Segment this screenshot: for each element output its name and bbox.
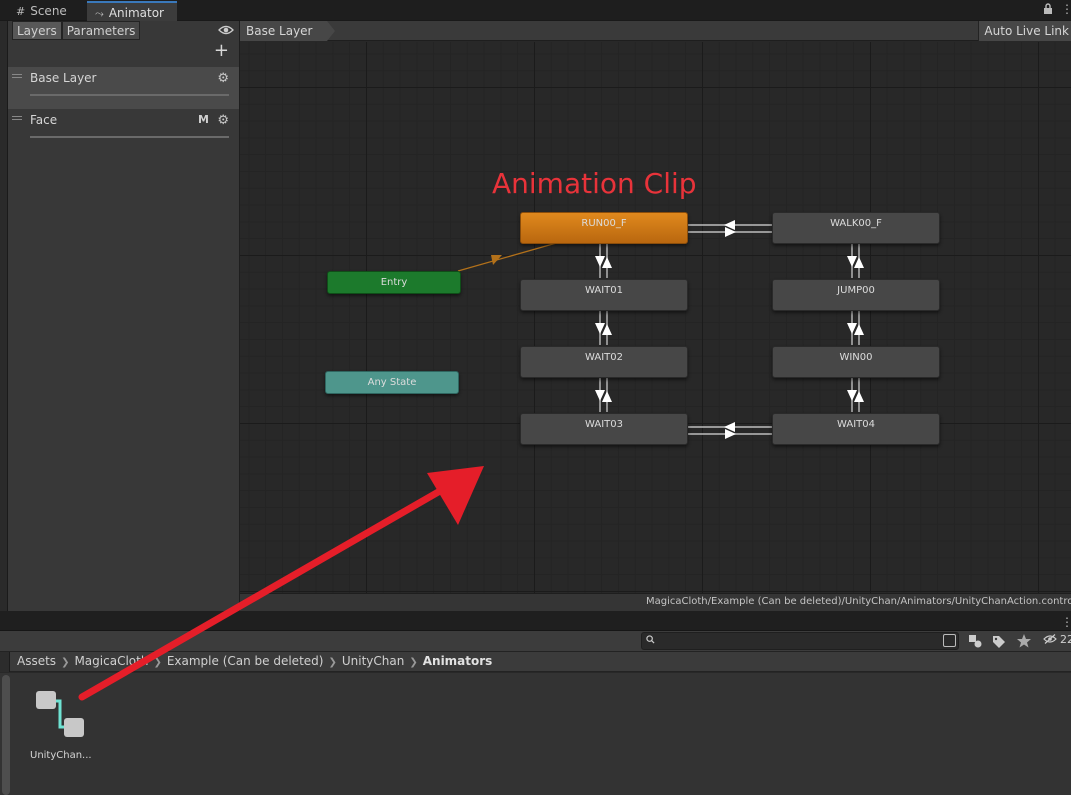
layer-name: Base Layer — [30, 71, 97, 85]
chevron-right-icon: ❯ — [409, 657, 418, 668]
gear-icon[interactable]: ⚙ — [217, 71, 229, 86]
favorite-star-icon[interactable] — [1013, 632, 1035, 650]
drag-handle-icon[interactable] — [12, 116, 22, 120]
layer-item-face[interactable]: Face M ⚙ — [8, 109, 239, 151]
layer-name: Face — [30, 113, 58, 127]
project-toolbar: 22 — [0, 631, 1071, 652]
breadcrumb-base-layer[interactable]: Base Layer — [240, 21, 334, 41]
grid-icon: # — [16, 5, 26, 18]
tab-scene[interactable]: # Scene — [8, 1, 77, 21]
breadcrumb-animators[interactable]: Animators — [423, 654, 493, 668]
search-input[interactable] — [658, 633, 938, 649]
state-machine-graph[interactable]: Animation Clip Entry Any State RUN00_F W… — [240, 42, 1071, 593]
auto-live-link-toggle[interactable]: Auto Live Link — [978, 21, 1071, 41]
tab-layers[interactable]: Layers — [12, 21, 62, 40]
search-icon — [646, 635, 655, 644]
layer-mask-flag: M — [198, 113, 209, 126]
filter-by-type-icon[interactable] — [965, 632, 987, 650]
state-win00[interactable]: WIN00 — [772, 346, 940, 378]
state-wait01[interactable]: WAIT01 — [520, 279, 688, 311]
tab-animator-label: Animator — [108, 6, 164, 20]
layers-panel: Layers Parameters + Base Layer ⚙ Face M … — [0, 21, 240, 611]
folder-tree-edge — [0, 652, 10, 672]
breadcrumb-magicacloth[interactable]: MagicaCloth — [74, 654, 148, 668]
filter-by-label-icon[interactable] — [988, 632, 1010, 650]
animator-icon: ⤳ — [95, 7, 104, 20]
search-options-icon[interactable] — [943, 634, 956, 647]
transition-lines — [457, 220, 864, 439]
project-search[interactable] — [641, 632, 959, 650]
transition-arrow-icon — [491, 255, 502, 265]
project-assets-area: UnityChan... — [0, 673, 1071, 795]
state-jump00[interactable]: JUMP00 — [772, 279, 940, 311]
hidden-count-value: 22 — [1060, 633, 1071, 646]
project-breadcrumbs: Assets ❯ MagicaCloth ❯ Example (Can be delet… — [0, 652, 1071, 672]
tab-scene-label: Scene — [30, 4, 67, 18]
eye-icon[interactable] — [218, 23, 234, 37]
layer-weight-bar — [30, 94, 229, 96]
chevron-right-icon: ❯ — [61, 657, 70, 668]
kebab-menu-icon[interactable]: ⋮ — [1061, 615, 1071, 629]
transition-entry-run[interactable] — [457, 241, 561, 272]
eye-slash-icon — [1043, 634, 1057, 644]
panel-divider[interactable]: ⋮ — [0, 611, 1071, 631]
state-entry[interactable]: Entry — [327, 271, 461, 294]
transition-arrow-icon — [847, 256, 864, 402]
state-wait02[interactable]: WAIT02 — [520, 346, 688, 378]
breadcrumb-unitychan[interactable]: UnityChan — [342, 654, 404, 668]
breadcrumb-assets[interactable]: Assets — [17, 654, 56, 668]
animator-controller-icon — [36, 691, 84, 737]
add-layer-button[interactable]: + — [214, 41, 229, 61]
kebab-menu-icon[interactable]: ⋮ — [1061, 2, 1071, 16]
tab-parameters[interactable]: Parameters — [61, 21, 141, 40]
transition-arrow-icon — [595, 256, 612, 402]
drag-handle-icon[interactable] — [12, 74, 22, 78]
controller-path-bar: MagicaCloth/Example (Can be deleted)/Uni… — [240, 593, 1071, 611]
scrollbar[interactable] — [2, 675, 10, 795]
tab-animator[interactable]: ⤳ Animator — [87, 1, 177, 21]
hidden-packages-count[interactable]: 22 — [1043, 633, 1071, 646]
layer-weight-bar — [30, 136, 229, 138]
state-walk00-f[interactable]: WALK00_F — [772, 212, 940, 244]
asset-unitychan-controller[interactable]: UnityChan... — [26, 687, 96, 767]
animation-clip-annotation: Animation Clip — [492, 167, 697, 200]
layer-item-base[interactable]: Base Layer ⚙ — [8, 67, 239, 109]
chevron-right-icon: ❯ — [153, 657, 162, 668]
state-wait04[interactable]: WAIT04 — [772, 413, 940, 445]
breadcrumb-example[interactable]: Example (Can be deleted) — [167, 654, 324, 668]
lock-icon[interactable] — [1043, 3, 1053, 18]
chevron-right-icon: ❯ — [328, 657, 337, 668]
state-run00-f[interactable]: RUN00_F — [520, 212, 688, 244]
state-any-state[interactable]: Any State — [325, 371, 459, 394]
controller-path: MagicaCloth/Example (Can be deleted)/Uni… — [646, 596, 1071, 607]
gear-icon[interactable]: ⚙ — [217, 113, 229, 128]
asset-label: UnityChan... — [30, 750, 92, 761]
sidebar-subtabs: Layers Parameters — [12, 21, 141, 40]
state-wait03[interactable]: WAIT03 — [520, 413, 688, 445]
left-dock-strip — [0, 21, 8, 611]
graph-breadcrumb: Base Layer Auto Live Link — [240, 21, 1071, 41]
editor-tab-bar: # Scene ⤳ Animator ⋮ — [0, 0, 1071, 21]
